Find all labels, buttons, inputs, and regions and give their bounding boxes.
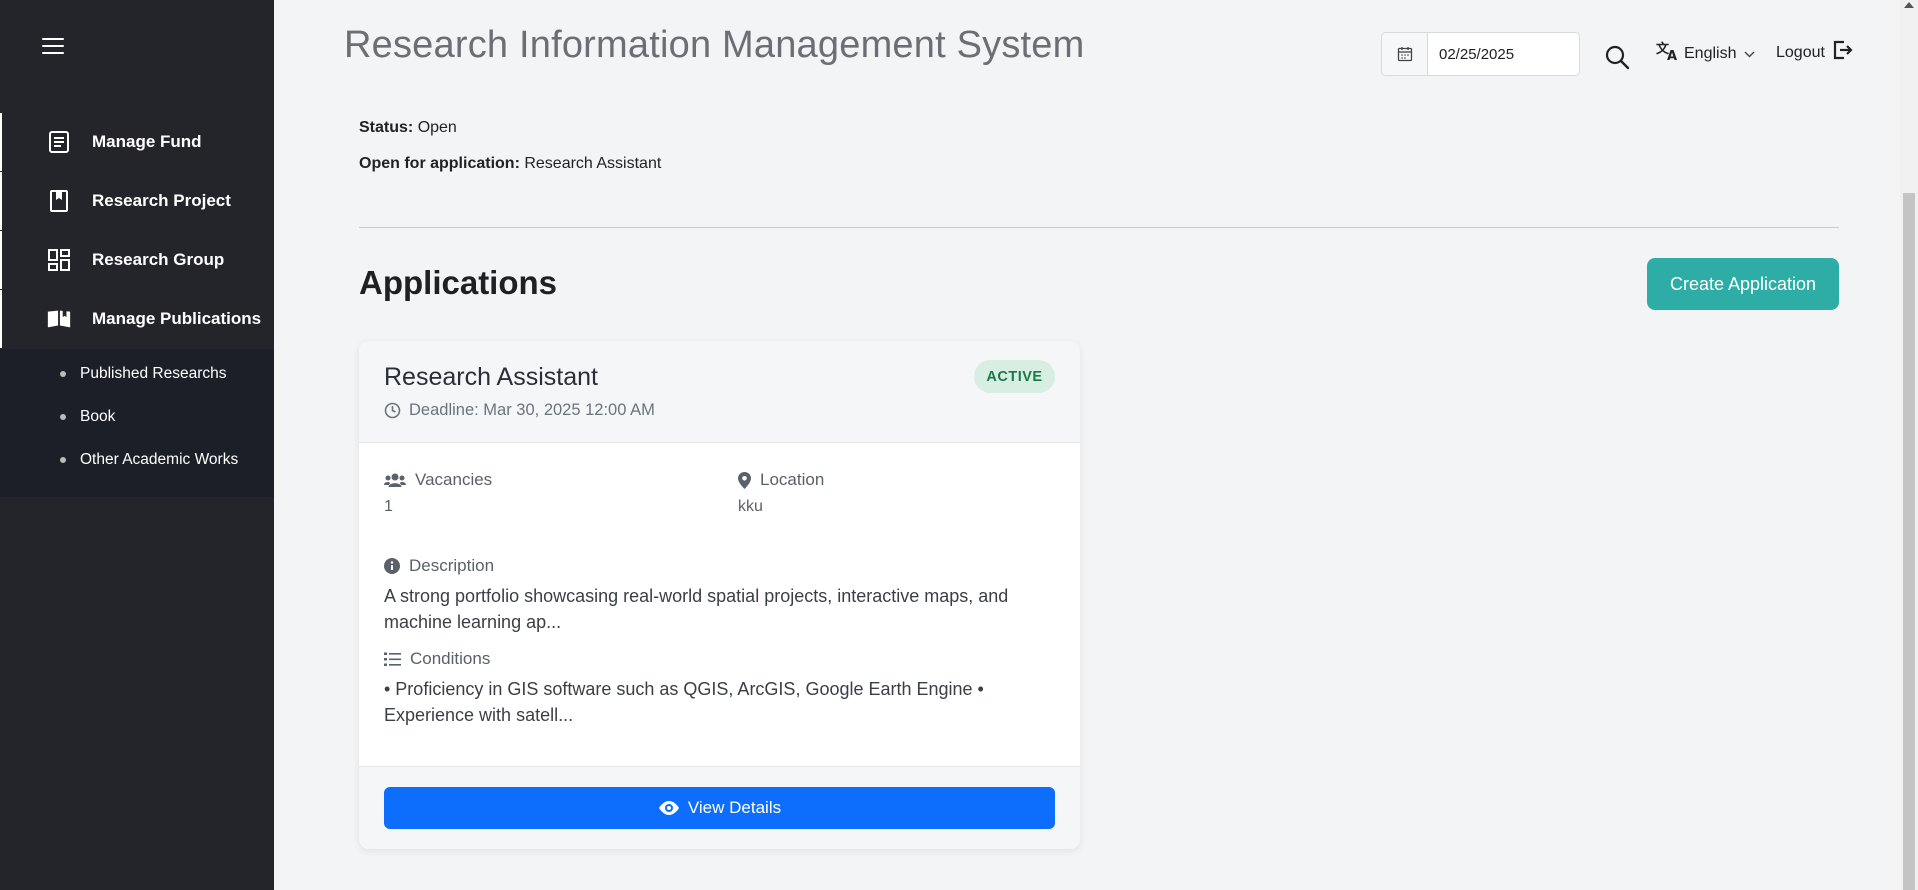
- vacancies-value: 1: [384, 498, 393, 515]
- card-title: Research Assistant: [384, 363, 598, 391]
- dashboard-grid-icon: [46, 247, 72, 273]
- description-label: Description: [384, 556, 494, 576]
- submenu-item-label: Published Researchs: [80, 365, 227, 382]
- calendar-icon[interactable]: [1382, 33, 1428, 75]
- submenu-item-book[interactable]: Book: [60, 408, 115, 426]
- date-input[interactable]: 02/25/2025: [1428, 33, 1514, 75]
- view-details-button[interactable]: View Details: [384, 787, 1055, 829]
- location-label: Location: [738, 470, 824, 490]
- card-footer: View Details: [359, 766, 1080, 849]
- create-application-button[interactable]: Create Application: [1647, 258, 1839, 310]
- submenu-item-label: Book: [80, 408, 116, 425]
- users-icon: [384, 473, 406, 487]
- bookmark-icon: [46, 188, 72, 214]
- vacancies-label: Vacancies: [384, 470, 492, 490]
- view-details-label: View Details: [687, 798, 782, 817]
- document-list-icon: [46, 129, 72, 155]
- scrollbar-thumb[interactable]: [1903, 193, 1915, 890]
- sidebar-item-manage-fund[interactable]: Manage Fund: [0, 113, 274, 171]
- status-label: Status:: [359, 119, 414, 136]
- bullet-icon: [60, 457, 66, 463]
- open-book-icon: [46, 306, 72, 332]
- logout-label: Logout: [1776, 43, 1825, 61]
- location-value: kku: [738, 498, 763, 515]
- status-badge: ACTIVE: [974, 360, 1055, 393]
- sidebar-item-research-project[interactable]: Research Project: [0, 172, 274, 230]
- deadline: Deadline: Mar 30, 2025 12:00 AM: [384, 401, 655, 420]
- status-value: Open: [417, 119, 457, 136]
- svg-text:A: A: [1667, 49, 1677, 62]
- sidebar-item-research-group[interactable]: Research Group: [0, 231, 274, 289]
- description-text: A strong portfolio showcasing real-world…: [384, 586, 1009, 632]
- open-for-line: Open for application: Research Assistant: [359, 155, 661, 173]
- logout-button[interactable]: Logout: [1776, 40, 1853, 65]
- submenu-item-label: Other Academic Works: [80, 451, 239, 468]
- submenu-item-published-researchs[interactable]: Published Researchs: [60, 365, 226, 383]
- divider: [359, 227, 1839, 228]
- deadline-text: Deadline: Mar 30, 2025 12:00 AM: [409, 401, 655, 419]
- publications-submenu: Published Researchs Book Other Academic …: [0, 349, 274, 497]
- chevron-down-icon: [1744, 45, 1755, 63]
- submenu-item-other-academic-works[interactable]: Other Academic Works: [60, 451, 238, 469]
- conditions-text: • Proficiency in GIS software such as QG…: [384, 679, 984, 725]
- conditions-label: Conditions: [384, 649, 490, 669]
- sidebar-item-label: Manage Fund: [92, 132, 202, 151]
- applications-heading: Applications: [359, 264, 558, 301]
- open-for-value: Research Assistant: [524, 155, 662, 172]
- language-label: English: [1684, 44, 1737, 62]
- info-icon: [384, 558, 400, 574]
- date-picker[interactable]: 02/25/2025: [1381, 32, 1580, 76]
- sidebar: Manage Fund Research Project Research Gr…: [0, 0, 274, 890]
- list-icon: [384, 652, 401, 666]
- map-pin-icon: [738, 471, 751, 489]
- application-card: Research Assistant ACTIVE Deadline: Mar …: [359, 341, 1080, 849]
- clock-icon: [384, 402, 401, 419]
- sidebar-item-label: Research Project: [92, 191, 231, 210]
- page-scrollbar[interactable]: [1900, 0, 1918, 890]
- status-line: Status: Open: [359, 119, 457, 137]
- language-selector[interactable]: 文A English: [1656, 40, 1755, 67]
- sidebar-item-label: Manage Publications: [92, 309, 262, 328]
- page-title: Research Information Management System: [344, 24, 1085, 66]
- sidebar-item-label: Research Group: [92, 250, 225, 269]
- eye-icon: [658, 801, 679, 815]
- bullet-icon: [60, 371, 66, 377]
- card-header: Research Assistant ACTIVE Deadline: Mar …: [359, 341, 1080, 443]
- hamburger-icon[interactable]: [42, 38, 64, 56]
- scroll-up-arrow-icon[interactable]: [1904, 2, 1914, 8]
- logout-icon: [1833, 40, 1853, 65]
- search-icon[interactable]: [1604, 44, 1630, 75]
- translate-icon: 文A: [1656, 40, 1680, 67]
- bullet-icon: [60, 414, 66, 420]
- open-for-label: Open for application:: [359, 155, 520, 172]
- sidebar-item-manage-publications[interactable]: Manage Publications: [0, 290, 274, 348]
